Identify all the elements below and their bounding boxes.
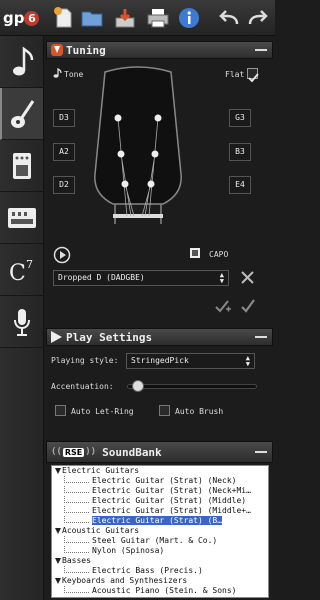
tuning-header[interactable]: Tuning <box>46 41 273 59</box>
collapse-icon[interactable] <box>255 336 267 338</box>
tree-group[interactable]: Basses <box>52 556 268 566</box>
accentuation-slider[interactable] <box>127 380 257 392</box>
tree-item-label: Acoustic Piano (Stein. & Sons) <box>92 586 237 595</box>
tree-item-label: Electric Guitar (Strat) (Neck) <box>92 476 237 485</box>
toolbar: gp 6 <box>0 0 275 36</box>
play-icon <box>51 331 62 343</box>
logo-badge: 6 <box>24 11 40 26</box>
flat-checkbox[interactable] <box>247 68 259 83</box>
music-note-icon <box>12 46 33 75</box>
auto-brush-checkbox[interactable] <box>159 405 170 416</box>
tuner-string-2[interactable]: B3 <box>229 143 251 161</box>
accentuation-label: Accentuation: <box>51 382 114 391</box>
let-ring-checkbox[interactable] <box>55 405 66 416</box>
playing-style-select[interactable]: StringedPick ▲ ▼ <box>126 353 255 369</box>
sidebar-item-guitar[interactable] <box>0 88 43 140</box>
add-preset-icon[interactable] <box>214 298 232 314</box>
tone-label: Tone <box>64 70 84 79</box>
auto-brush-label: Auto Brush <box>175 407 224 416</box>
logo-text: gp <box>3 9 25 27</box>
rse-logo: ((RSE)) <box>51 447 97 457</box>
app-window: gp 6 C7 Tuning Tone Flat D3 A2 D2 G3 B3 E… <box>0 0 275 600</box>
sidebar-item-chords[interactable]: C7 <box>0 244 43 296</box>
soundbank-header[interactable]: ((RSE)) SoundBank <box>46 441 273 463</box>
spinner-icon: ▲ ▼ <box>245 354 250 368</box>
sidebar-item-notation[interactable] <box>0 36 43 88</box>
tree-item[interactable]: Electric Guitar (Strat) (Neck+Mi… <box>52 486 268 496</box>
check-icon <box>248 73 259 83</box>
mixer-icon <box>7 207 36 228</box>
apply-preset-icon[interactable] <box>240 298 256 314</box>
rse-badge: RSE <box>62 447 85 457</box>
amplifier-icon <box>12 152 31 179</box>
tuner-string-3[interactable]: G3 <box>229 109 251 127</box>
print-icon[interactable] <box>146 6 170 30</box>
tuner-string-1[interactable]: E4 <box>229 176 251 194</box>
collapse-icon[interactable] <box>255 451 267 453</box>
tree-item-label: Steel Guitar (Mart. & Co.) <box>92 536 218 545</box>
save-icon[interactable] <box>113 6 137 30</box>
tree-item[interactable]: Electric Guitar (Strat) (B… <box>52 516 268 526</box>
capo-icon[interactable] <box>188 246 202 260</box>
headstock-diagram <box>94 66 182 224</box>
tree-item[interactable]: Acoustic Piano (Stein. & Sons) <box>52 586 268 596</box>
sidebar-item-voice[interactable] <box>0 296 43 348</box>
tree-item[interactable]: Steel Guitar (Mart. & Co.) <box>52 536 268 546</box>
tuning-icon <box>51 44 63 56</box>
soundbank-tree[interactable]: Electric Guitars Electric Guitar (Strat) … <box>51 465 269 598</box>
flat-label: Flat <box>225 70 245 79</box>
app-logo: gp 6 <box>3 6 43 30</box>
tree-item-label: Electric Guitar (Strat) (Middle+… <box>92 506 251 515</box>
chord-icon: C7 <box>9 258 33 284</box>
sidebar-item-mixer[interactable] <box>0 192 43 244</box>
capo-label: CAPO <box>209 250 229 259</box>
redo-icon[interactable] <box>246 6 270 30</box>
tree-item-label: Electric Guitar (Strat) (Middle) <box>92 496 247 505</box>
soundbank-panel: ((RSE)) SoundBank <box>46 441 273 463</box>
tuning-preset-select[interactable]: Dropped D (DADGBE) ▲ ▼ <box>53 270 229 286</box>
slider-handle[interactable] <box>131 380 144 392</box>
guitar-icon <box>10 99 34 128</box>
tree-group[interactable]: Acoustic Guitars <box>52 526 268 536</box>
sidebar: C7 <box>0 36 44 600</box>
tree-group[interactable]: Electric Guitars <box>52 466 268 476</box>
new-file-icon[interactable] <box>52 6 76 30</box>
tree-item[interactable]: Electric Guitar (Strat) (Neck) <box>52 476 268 486</box>
tree-item-label: Electric Guitar (Strat) (Neck+Mi… <box>92 486 251 495</box>
playing-style-value: StringedPick <box>131 356 189 365</box>
tree-item-label: Nylon (Spinosa) <box>92 546 165 555</box>
play-tuning-button[interactable] <box>53 246 71 264</box>
tree-item-label: Electric Guitar (Strat) (B… <box>92 516 223 525</box>
tuning-preset-value: Dropped D (DADGBE) <box>58 273 145 282</box>
tuner-string-4[interactable]: D3 <box>53 109 75 127</box>
info-icon[interactable] <box>177 6 201 30</box>
tree-item[interactable]: Nylon (Spinosa) <box>52 546 268 556</box>
sidebar-item-amp[interactable] <box>0 140 43 192</box>
playing-style-label: Playing style: <box>51 356 119 365</box>
let-ring-label: Auto Let-Ring <box>71 407 134 416</box>
tuner-string-5[interactable]: A2 <box>53 143 75 161</box>
tone-note-icon <box>53 68 62 78</box>
soundbank-title: SoundBank <box>102 445 162 459</box>
tuning-title: Tuning <box>66 43 106 57</box>
delete-preset-icon[interactable] <box>240 270 255 285</box>
tree-group[interactable]: Keyboards and Synthesizers <box>52 576 268 586</box>
tuner-string-6[interactable]: D2 <box>53 176 75 194</box>
play-settings-header[interactable]: Play Settings <box>46 328 273 346</box>
open-folder-icon[interactable] <box>80 6 104 30</box>
microphone-icon <box>13 308 30 336</box>
play-settings-panel: Play Settings <box>46 328 273 346</box>
svg-text:7: 7 <box>26 258 33 271</box>
tree-item[interactable]: Electric Bass (Precis.) <box>52 566 268 576</box>
spinner-icon: ▲ ▼ <box>219 271 224 285</box>
undo-icon[interactable] <box>217 6 241 30</box>
tree-item-label: Electric Bass (Precis.) <box>92 566 203 575</box>
tree-item[interactable]: Electric Guitar (Strat) (Middle) <box>52 496 268 506</box>
play-settings-title: Play Settings <box>66 330 153 344</box>
collapse-icon[interactable] <box>255 49 267 51</box>
tree-item[interactable]: Electric Guitar (Strat) (Middle+… <box>52 506 268 516</box>
svg-text:C: C <box>9 261 26 284</box>
